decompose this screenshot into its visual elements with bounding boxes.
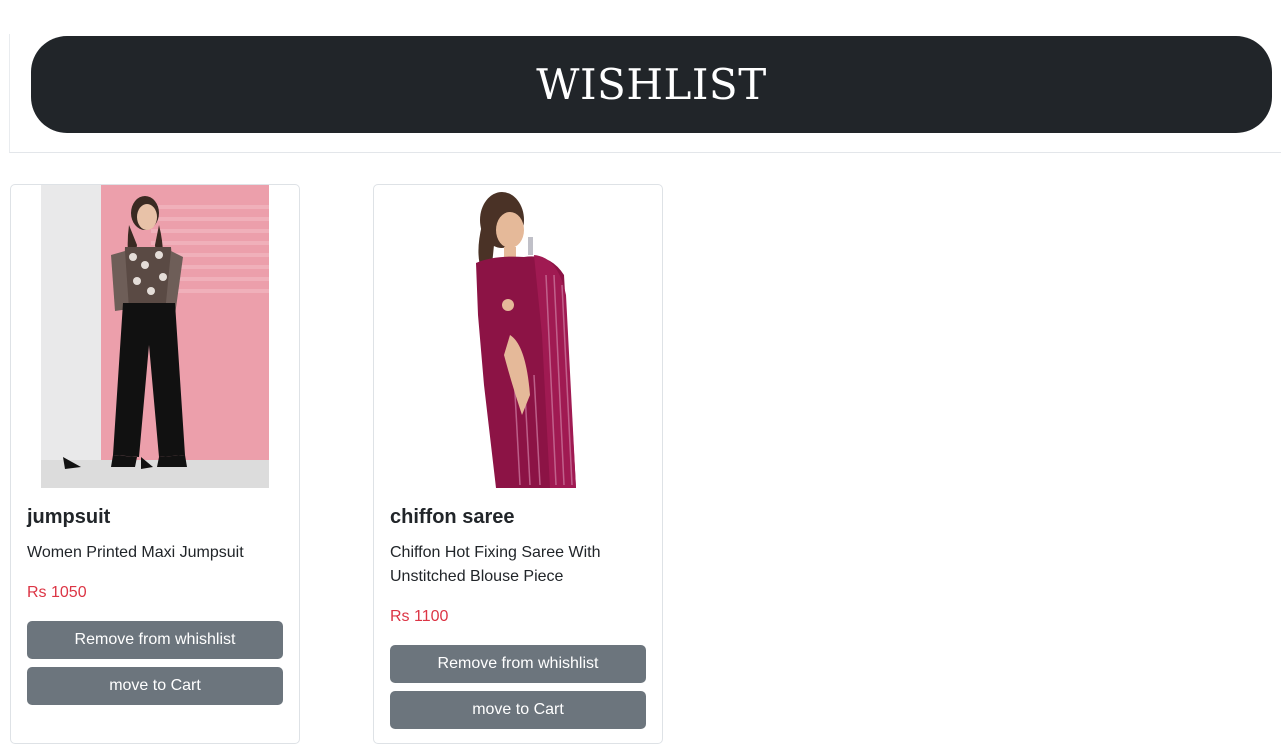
card-body: chiffon saree Chiffon Hot Fixing Saree W… [390, 503, 646, 737]
product-description: Women Printed Maxi Jumpsuit [27, 544, 244, 561]
product-title: jumpsuit [27, 506, 111, 528]
move-to-cart-button[interactable]: move to Cart [390, 691, 646, 729]
product-image-jumpsuit[interactable] [41, 185, 269, 488]
product-price: Rs 1100 [390, 608, 449, 625]
product-price: Rs 1050 [27, 584, 87, 601]
product-card-jumpsuit: jumpsuit Women Printed Maxi Jumpsuit Rs … [10, 184, 300, 744]
remove-from-wishlist-button[interactable]: Remove from whishlist [27, 621, 283, 659]
page-title: WISHLIST [536, 60, 767, 109]
remove-from-wishlist-button[interactable]: Remove from whishlist [390, 645, 646, 683]
move-to-cart-button[interactable]: move to Cart [27, 667, 283, 705]
wishlist-banner: WISHLIST [31, 36, 1272, 133]
product-description: Chiffon Hot Fixing Saree With Unstitched… [390, 544, 601, 585]
product-title: chiffon saree [390, 506, 515, 528]
product-card-chiffon-saree: chiffon saree Chiffon Hot Fixing Saree W… [373, 184, 663, 744]
product-image-chiffon-saree[interactable] [454, 185, 604, 488]
card-body: jumpsuit Women Printed Maxi Jumpsuit Rs … [27, 503, 283, 713]
